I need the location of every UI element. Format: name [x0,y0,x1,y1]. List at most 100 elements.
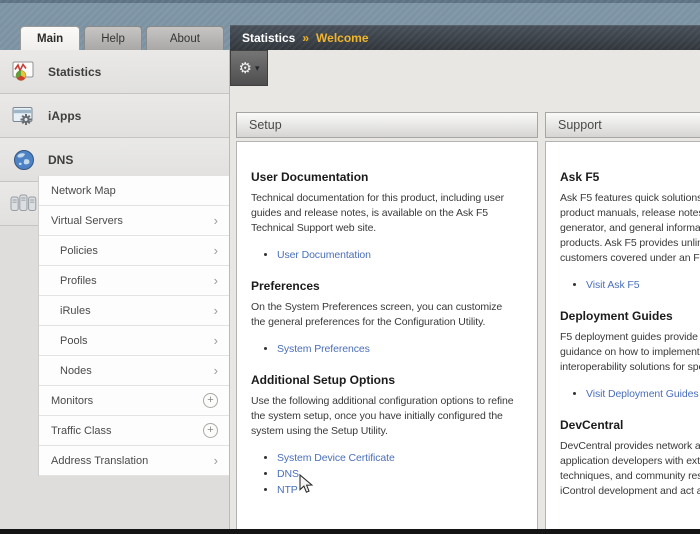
sidebar-item-statistics[interactable]: Statistics [0,50,229,94]
link-list-item: NTP [277,482,523,498]
sidebar-subitem-policies[interactable]: Policies › [39,236,229,266]
tab-main[interactable]: Main [20,26,81,50]
setup-panel: Setup User Documentation Technical docume… [236,112,538,534]
section-link-list: Visit Ask F5 [560,277,700,293]
sidebar-subitem-traffic-class[interactable]: Traffic Class + [39,416,229,446]
link-dns[interactable]: DNS [277,468,299,480]
section-heading-additional-setup-options: Additional Setup Options [251,373,395,387]
breadcrumb-section: Statistics [242,31,296,45]
link-list-item: Visit Deployment Guides [586,386,700,402]
subitem-label: Network Map [51,184,116,197]
iapps-window-icon [10,106,37,126]
gear-icon: ⚙ [238,59,252,77]
sidebar-item-iapps[interactable]: iApps [0,94,229,138]
section-text-line: DevCentral provides network ar [560,440,700,452]
section-link-list: Visit Deployment Guides [560,386,700,402]
chevron-right-icon: › [213,273,218,288]
link-user-documentation[interactable]: User Documentation [277,249,371,261]
link-system-preferences[interactable]: System Preferences [277,343,370,355]
section-text-line: Use the following additional configurati… [251,395,514,407]
subitem-label: Monitors [51,394,94,407]
section-text-line: application developers with exte [560,455,700,467]
link-system-device-certificate[interactable]: System Device Certificate [277,452,395,464]
chevron-right-icon: › [213,303,218,318]
section-heading-deployment-guides: Deployment Guides [560,309,673,323]
setup-panel-body: User Documentation Technical documentatio… [236,141,538,534]
subitem-label: Nodes [60,364,92,377]
breadcrumb-separator: » [302,31,310,45]
section-text-line: interoperability solutions for spe [560,361,700,373]
screenshot-bottom-border [0,529,700,534]
subitem-label: Virtual Servers [51,214,123,227]
settings-menu-button[interactable]: ⚙ ▾ [230,50,268,86]
section-text-line: guides and release notes, is available o… [251,207,489,219]
server-stack-icon [10,194,37,214]
subitem-label: Address Translation [51,454,149,467]
section-text-line: the general preferences for the Configur… [251,316,486,328]
section-text-line: customers covered under an F5 [560,252,700,264]
sidebar-subitem-irules[interactable]: iRules › [39,296,229,326]
subitem-label: Traffic Class [51,424,112,437]
link-visit-ask-f5[interactable]: Visit Ask F5 [586,279,640,291]
section-link-list: User Documentation [251,247,523,263]
sidebar-subitem-pools[interactable]: Pools › [39,326,229,356]
globe-icon [10,149,37,171]
expand-plus-icon: + [203,393,218,408]
bigip-configuration-utility-window: Main Help About Statistics » Welcome ⚙ ▾ S… [0,0,700,534]
section-text-line: Technical Support web site. [251,222,377,234]
expand-plus-icon: + [203,423,218,438]
section-link-list: System Preferences [251,341,523,357]
section-text-line: the system setup, once you have initiall… [251,410,503,422]
section-text-line: generator, and general informat [560,222,700,234]
sidebar-item-label: iApps [48,108,82,123]
breadcrumb-page: Welcome [316,31,369,45]
section-text-line: Ask F5 features quick solutions [560,192,700,204]
local-traffic-submenu: Network Map Virtual Servers › Policies › Prof… [38,176,229,476]
setup-panel-header: Setup [236,112,538,138]
section-text-line: iControl development and act a [560,485,700,497]
tab-help[interactable]: Help [84,26,142,50]
sidebar-item-label: DNS [48,152,74,167]
section-text-line: products. Ask F5 provides unlim [560,237,700,249]
section-text-line: guidance on how to implement t [560,346,700,358]
section-heading-ask-f5: Ask F5 [560,170,600,184]
link-list-item: DNS [277,466,523,482]
welcome-content: Setup User Documentation Technical docume… [236,112,700,534]
section-heading-devcentral: DevCentral [560,418,624,432]
section-link-list: System Device Certificate DNS NTP [251,450,523,498]
chevron-right-icon: › [213,333,218,348]
link-list-item: User Documentation [277,247,523,263]
chevron-right-icon: › [213,453,218,468]
tab-about[interactable]: About [145,26,224,50]
link-list-item: System Preferences [277,341,523,357]
chevron-right-icon: › [213,213,218,228]
subitem-label: Policies [60,244,98,257]
support-panel: Support Ask F5 Ask F5 features quick solu… [545,112,700,534]
section-text-line: system using the Setup Utility. [251,425,388,437]
breadcrumb: Statistics » Welcome [230,25,700,50]
subitem-label: iRules [60,304,91,317]
sidebar-subitem-virtual-servers[interactable]: Virtual Servers › [39,206,229,236]
sidebar-item-label: Statistics [48,64,102,79]
section-text-line: F5 deployment guides provide s [560,331,700,343]
chevron-down-icon: ▾ [254,62,260,73]
sidebar-subitem-monitors[interactable]: Monitors + [39,386,229,416]
link-ntp[interactable]: NTP [277,484,298,496]
section-heading-preferences: Preferences [251,279,320,293]
sidebar-subitem-address-translation[interactable]: Address Translation › [39,446,229,476]
sidebar-subitem-nodes[interactable]: Nodes › [39,356,229,386]
support-panel-body: Ask F5 Ask F5 features quick solutions pro… [545,141,700,534]
sidebar-subitem-profiles[interactable]: Profiles › [39,266,229,296]
statistics-chart-icon [10,61,37,82]
section-heading-user-documentation: User Documentation [251,170,369,184]
sidebar-subitem-network-map[interactable]: Network Map [39,176,229,206]
link-list-item: Visit Ask F5 [586,277,700,293]
section-text-line: product manuals, release notes [560,207,700,219]
link-list-item: System Device Certificate [277,450,523,466]
support-panel-header: Support [545,112,700,138]
section-text-line: On the System Preferences screen, you ca… [251,301,503,313]
subitem-label: Pools [60,334,88,347]
subitem-label: Profiles [60,274,97,287]
link-visit-deployment-guides[interactable]: Visit Deployment Guides [586,388,699,400]
chevron-right-icon: › [213,243,218,258]
